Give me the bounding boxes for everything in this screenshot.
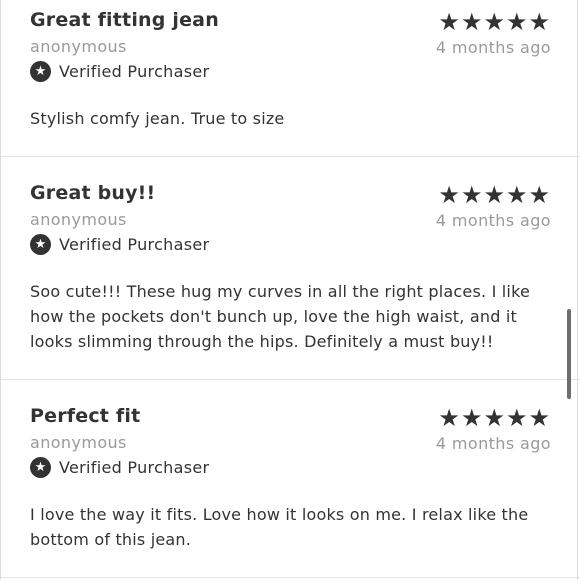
star-icon: ★ <box>30 61 51 82</box>
review-title: Great fitting jean <box>30 9 219 31</box>
verified-label: Verified Purchaser <box>59 458 210 477</box>
verified-purchaser: ★ Verified Purchaser <box>30 234 209 255</box>
review-date: 4 months ago <box>435 211 551 230</box>
review-body: Soo cute!!! These hug my curves in all t… <box>30 282 531 351</box>
verified-purchaser: ★ Verified Purchaser <box>30 457 209 478</box>
divider <box>1 156 580 157</box>
review-date: 4 months ago <box>435 38 551 57</box>
review-author: anonymous <box>30 433 127 452</box>
review-body: Stylish comfy jean. True to size <box>30 109 285 128</box>
review-card: Perfect fit ★★★★★ anonymous 4 months ago… <box>1 405 580 575</box>
divider <box>1 577 580 578</box>
rating-stars: ★★★★★ <box>438 181 551 209</box>
star-icon: ★ <box>30 234 51 255</box>
review-card: Great fitting jean ★★★★★ anonymous 4 mon… <box>1 9 580 149</box>
verified-purchaser: ★ Verified Purchaser <box>30 61 209 82</box>
divider <box>1 379 580 380</box>
review-title: Perfect fit <box>30 405 141 427</box>
review-author: anonymous <box>30 37 127 56</box>
rating-stars: ★★★★★ <box>438 404 551 432</box>
star-icon: ★ <box>30 457 51 478</box>
review-author: anonymous <box>30 210 127 229</box>
rating-stars: ★★★★★ <box>438 8 551 36</box>
verified-label: Verified Purchaser <box>59 62 210 81</box>
reviews-panel: Great fitting jean ★★★★★ anonymous 4 mon… <box>0 0 580 580</box>
review-title: Great buy!! <box>30 182 156 204</box>
review-body: I love the way it fits. Love how it look… <box>30 505 529 549</box>
review-card: Great buy!! ★★★★★ anonymous 4 months ago… <box>1 182 580 372</box>
review-date: 4 months ago <box>435 434 551 453</box>
scrollbar-thumb[interactable] <box>567 309 571 399</box>
verified-label: Verified Purchaser <box>59 235 210 254</box>
